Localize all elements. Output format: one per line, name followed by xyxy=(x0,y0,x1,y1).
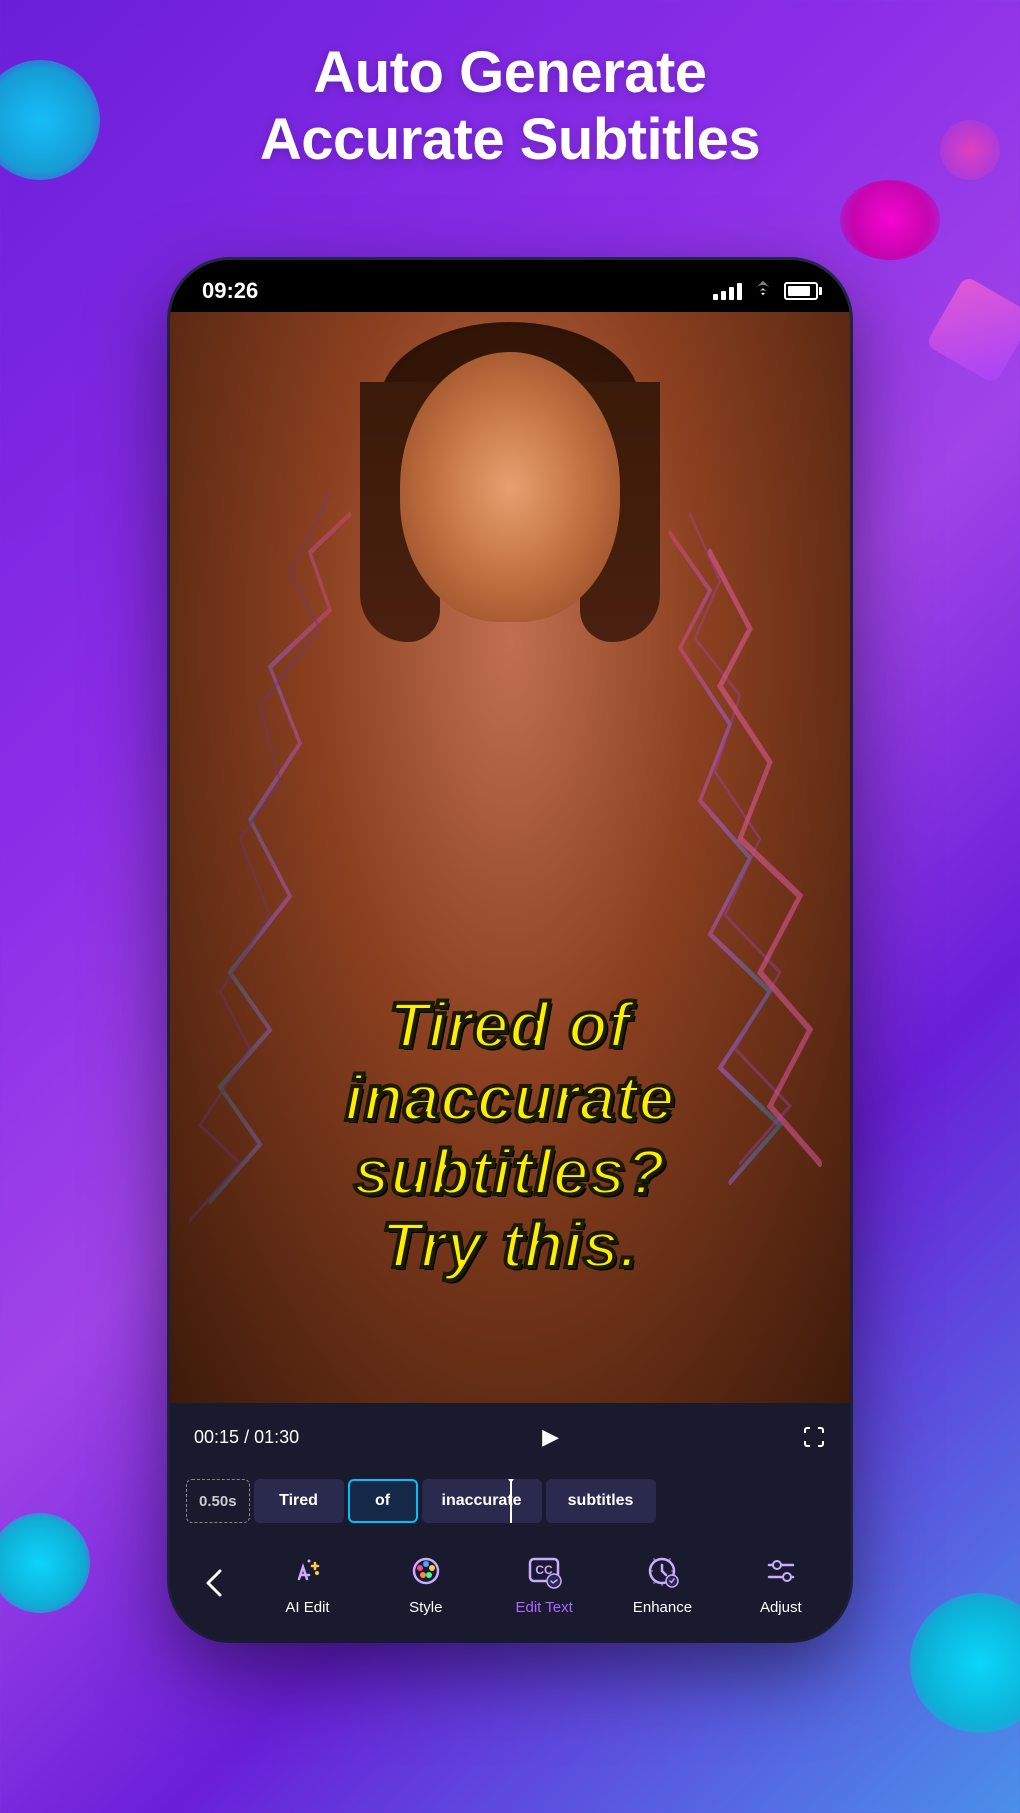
battery-icon xyxy=(784,282,818,300)
adjust-icon xyxy=(759,1549,803,1593)
timeline-item-subtitles[interactable]: subtitles xyxy=(546,1479,656,1523)
bg-blob-br xyxy=(910,1593,1020,1733)
subtitle-text: Tired ofinaccuratesubtitles?Try this. xyxy=(345,989,675,1283)
phone-frame: 09:26 xyxy=(170,260,850,1640)
adjust-label: Adjust xyxy=(760,1599,802,1616)
header-title: Auto Generate Accurate Subtitles xyxy=(0,40,1020,173)
video-area: Tired ofinaccuratesubtitles?Try this. xyxy=(170,312,850,1403)
toolbar-style[interactable]: Style xyxy=(381,1549,471,1616)
time-display: 00:15 / 01:30 xyxy=(194,1427,299,1448)
toolbar-enhance[interactable]: Enhance xyxy=(617,1549,707,1616)
ai-edit-icon xyxy=(285,1549,329,1593)
bottom-toolbar: AI Edit Style xyxy=(170,1535,850,1640)
edit-text-icon: CC xyxy=(522,1549,566,1593)
ai-edit-label: AI Edit xyxy=(285,1599,329,1616)
toolbar-edit-text[interactable]: CC Edit Text xyxy=(499,1549,589,1616)
timeline: 0.50s Tired of inaccurate subtitles xyxy=(170,1471,850,1535)
fullscreen-button[interactable] xyxy=(802,1425,826,1449)
phone-screen: 09:26 xyxy=(170,260,850,1640)
wifi-icon xyxy=(752,279,774,303)
status-time: 09:26 xyxy=(202,278,258,304)
style-icon xyxy=(404,1549,448,1593)
status-icons xyxy=(713,279,818,303)
subtitle-overlay: Tired ofinaccuratesubtitles?Try this. xyxy=(170,989,850,1283)
back-button[interactable] xyxy=(194,1557,234,1609)
edit-text-label: Edit Text xyxy=(516,1599,573,1616)
timeline-playhead xyxy=(510,1479,512,1523)
style-label: Style xyxy=(409,1599,442,1616)
enhance-icon xyxy=(640,1549,684,1593)
signal-icon xyxy=(713,282,742,300)
timeline-item-of[interactable]: of xyxy=(348,1479,418,1523)
toolbar-ai-edit[interactable]: AI Edit xyxy=(262,1549,352,1616)
bg-blob-bl xyxy=(0,1513,90,1613)
status-bar: 09:26 xyxy=(170,260,850,312)
enhance-label: Enhance xyxy=(633,1599,692,1616)
person-face xyxy=(380,322,640,642)
timeline-duration: 0.50s xyxy=(186,1479,250,1523)
timeline-item-inaccurate[interactable]: inaccurate xyxy=(422,1479,542,1523)
video-controls: 00:15 / 01:30 ▶ xyxy=(170,1403,850,1471)
play-button[interactable]: ▶ xyxy=(529,1415,573,1459)
toolbar-adjust[interactable]: Adjust xyxy=(736,1549,826,1616)
bg-blob-center-r xyxy=(925,275,1020,384)
bg-blob-tr xyxy=(840,180,940,260)
timeline-track: 0.50s Tired of inaccurate subtitles xyxy=(186,1479,834,1523)
timeline-item-tired[interactable]: Tired xyxy=(254,1479,344,1523)
